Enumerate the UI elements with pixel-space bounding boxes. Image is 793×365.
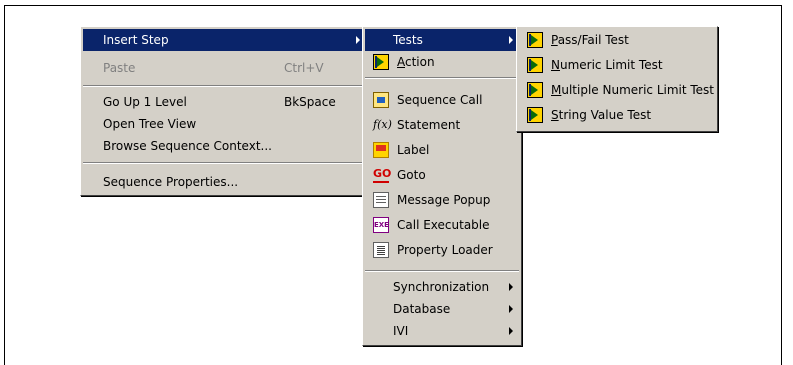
menu-item-open-tree-view[interactable]: Open Tree View xyxy=(83,113,366,135)
teststand-step-icon xyxy=(373,54,389,70)
mnemonic: M xyxy=(551,83,562,97)
menu-separator xyxy=(365,77,519,79)
menu-item-tests[interactable]: Tests xyxy=(365,29,519,51)
label-rest: tring Value Test xyxy=(558,108,652,122)
menu-item-label: Sequence Call xyxy=(397,93,483,107)
mnemonic: N xyxy=(551,58,560,72)
sequence-call-icon xyxy=(373,92,389,108)
menu-item-label: Goto xyxy=(397,168,426,182)
menu-separator xyxy=(365,270,519,272)
menu-separator xyxy=(83,85,366,87)
menu-item-label: Statement xyxy=(397,118,461,132)
submenu-arrow-icon xyxy=(356,36,360,44)
menu-item-goto[interactable]: GO Goto xyxy=(365,164,519,186)
exe-icon: EXE xyxy=(373,217,389,233)
teststand-step-icon xyxy=(527,32,543,48)
menu-item-message-popup[interactable]: Message Popup xyxy=(365,189,519,211)
menu-item-label: Synchronization xyxy=(393,280,490,294)
menu-item-label: Numeric Limit Test xyxy=(551,54,663,76)
menu-item-string-value-test[interactable]: String Value Test xyxy=(519,104,715,126)
menu-item-synchronization[interactable]: Synchronization xyxy=(365,276,519,298)
menu-item-ivi[interactable]: IVI xyxy=(365,320,519,342)
menu-item-label: Sequence Properties... xyxy=(103,175,239,189)
menu-item-label: Action xyxy=(397,51,435,73)
menu-item-pass-fail-test[interactable]: Pass/Fail Test xyxy=(519,29,715,51)
menu-item-database[interactable]: Database xyxy=(365,298,519,320)
menu-item-label: String Value Test xyxy=(551,104,651,126)
menu-item-go-up[interactable]: Go Up 1 Level BkSpace xyxy=(83,91,366,113)
menu-item-label-step[interactable]: Label xyxy=(365,139,519,161)
label-rest: ction xyxy=(405,55,435,69)
menu-item-label: IVI xyxy=(393,324,409,338)
submenu-arrow-icon xyxy=(509,305,513,313)
mnemonic: A xyxy=(397,55,405,69)
label-rest: ass/Fail Test xyxy=(557,33,629,47)
menu-separator xyxy=(83,162,366,164)
menu-item-label: Property Loader xyxy=(397,243,493,257)
submenu-arrow-icon xyxy=(509,283,513,291)
menu-item-label: Pass/Fail Test xyxy=(551,29,629,51)
submenu-arrow-icon xyxy=(509,327,513,335)
menu-item-label: Tests xyxy=(393,33,423,47)
menu-item-label: Insert Step xyxy=(103,33,169,47)
menu-item-label: Database xyxy=(393,302,451,316)
menu-item-label: Open Tree View xyxy=(103,117,197,131)
menu-item-insert-step[interactable]: Insert Step xyxy=(83,29,366,51)
menu-item-label: Browse Sequence Context... xyxy=(103,139,272,153)
goto-icon: GO xyxy=(373,167,391,183)
menu-item-statement[interactable]: f(x) Statement xyxy=(365,114,519,136)
label-rest: umeric Limit Test xyxy=(559,58,663,72)
menu-item-label: Go Up 1 Level xyxy=(103,95,187,109)
menu-item-label: Label xyxy=(397,143,430,157)
label-rest: ultiple Numeric Limit Test xyxy=(561,83,715,97)
message-popup-icon xyxy=(373,192,389,208)
mnemonic: S xyxy=(551,108,559,122)
submenu-arrow-icon xyxy=(509,36,513,44)
label-icon xyxy=(373,142,389,158)
tests-submenu: Pass/Fail Test Numeric Limit Test Multip… xyxy=(516,26,718,132)
menu-item-sequence-call[interactable]: Sequence Call xyxy=(365,89,519,111)
menu-item-label: Paste xyxy=(103,61,136,75)
teststand-step-icon xyxy=(527,57,543,73)
menu-item-shortcut: Ctrl+V xyxy=(284,61,324,75)
property-loader-icon xyxy=(373,242,389,258)
teststand-step-icon xyxy=(527,107,543,123)
context-menu: Insert Step Paste Ctrl+V Go Up 1 Level B… xyxy=(80,26,369,196)
fx-icon: f(x) xyxy=(373,118,392,131)
menu-item-action[interactable]: Action xyxy=(365,51,519,73)
menu-item-multiple-numeric-limit-test[interactable]: Multiple Numeric Limit Test xyxy=(519,79,715,101)
teststand-step-icon xyxy=(527,82,543,98)
mnemonic: P xyxy=(551,33,558,47)
menu-item-shortcut: BkSpace xyxy=(284,95,336,109)
menu-item-browse-sequence-context[interactable]: Browse Sequence Context... xyxy=(83,135,366,157)
menu-item-label: Multiple Numeric Limit Test xyxy=(551,79,714,101)
menu-item-label: Call Executable xyxy=(397,218,490,232)
insert-step-submenu: Tests Action Sequence Call f(x) Statemen… xyxy=(362,26,522,346)
menu-item-call-executable[interactable]: EXE Call Executable xyxy=(365,214,519,236)
menu-item-paste[interactable]: Paste Ctrl+V xyxy=(83,57,366,79)
menu-item-property-loader[interactable]: Property Loader xyxy=(365,239,519,261)
menu-item-label: Message Popup xyxy=(397,193,491,207)
menu-item-sequence-properties[interactable]: Sequence Properties... xyxy=(83,171,366,193)
menu-item-numeric-limit-test[interactable]: Numeric Limit Test xyxy=(519,54,715,76)
